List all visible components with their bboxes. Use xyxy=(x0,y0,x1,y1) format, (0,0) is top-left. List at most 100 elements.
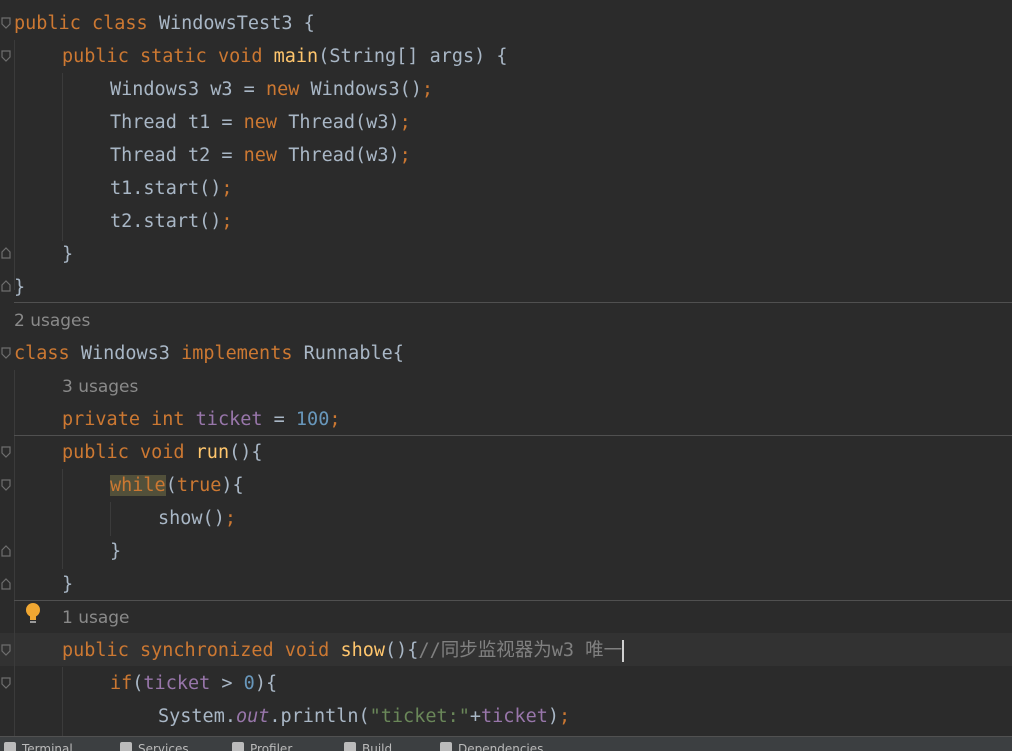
code-line[interactable]: public synchronized void show(){//同步监视器为… xyxy=(62,634,625,667)
semicolon: ; xyxy=(559,706,571,727)
brace: } xyxy=(62,574,74,595)
brace: } xyxy=(62,244,74,265)
number-literal: 100 xyxy=(295,409,330,430)
keyword: void xyxy=(217,46,263,67)
semicolon: ; xyxy=(399,145,411,166)
code-text: t1.start() xyxy=(110,178,222,199)
code-line[interactable]: public void run(){ xyxy=(62,436,263,469)
code-text: ){ xyxy=(221,475,244,496)
code-text: (String[] args) { xyxy=(318,46,508,67)
code-text: Thread(w3) xyxy=(288,145,400,166)
code-line[interactable]: private int ticket = 100; xyxy=(62,403,340,436)
keyword: synchronized xyxy=(139,640,274,661)
code-text: (){ xyxy=(385,640,419,661)
code-line[interactable]: if(ticket > 0){ xyxy=(110,667,277,700)
keyword: public xyxy=(14,13,81,34)
semicolon: ; xyxy=(224,508,236,529)
keyword: public xyxy=(62,442,129,463)
method-separator xyxy=(14,600,1012,601)
method-separator xyxy=(14,302,1012,303)
keyword: new xyxy=(265,79,300,100)
code-text: ( xyxy=(165,475,177,496)
indent-guide xyxy=(14,40,15,290)
fold-marker-icon[interactable] xyxy=(0,280,12,292)
method-name: show xyxy=(340,640,386,661)
fold-marker-icon[interactable] xyxy=(0,479,12,491)
indent-guide xyxy=(62,667,63,736)
code-text: > xyxy=(210,673,244,694)
fold-marker-icon[interactable] xyxy=(0,545,12,557)
code-text: Thread(w3) xyxy=(288,112,400,133)
number-literal: 0 xyxy=(243,673,255,694)
code-text: Thread t2 = xyxy=(110,145,244,166)
class-name: WindowsTest3 { xyxy=(158,13,315,34)
code-line[interactable]: show(); xyxy=(158,502,236,535)
code-text: Windows3 w3 = xyxy=(110,79,266,100)
semicolon: ; xyxy=(399,112,411,133)
code-editor[interactable]: public class WindowsTest3 { public stati… xyxy=(0,0,1012,736)
usages-hint[interactable]: 3 usages xyxy=(62,371,138,404)
code-line[interactable]: while(true){ xyxy=(110,469,244,502)
keyword: public xyxy=(62,640,129,661)
comment: //同步监视器为w3 唯一 xyxy=(418,640,623,661)
method-name: run xyxy=(195,442,230,463)
fold-marker-icon[interactable] xyxy=(0,17,12,29)
code-line[interactable]: } xyxy=(62,238,73,271)
code-line[interactable]: public class WindowsTest3 { xyxy=(14,7,315,40)
lightbulb-icon[interactable] xyxy=(24,602,42,626)
keyword: class xyxy=(14,343,70,364)
brace: } xyxy=(110,541,122,562)
code-text: Runnable{ xyxy=(303,343,404,364)
code-text: ) xyxy=(547,706,559,727)
code-text: = xyxy=(262,409,296,430)
keyword: static xyxy=(139,46,207,67)
keyword: implements xyxy=(181,343,293,364)
code-line[interactable]: } xyxy=(62,568,73,601)
brace: } xyxy=(14,277,26,298)
keyword: void xyxy=(139,442,185,463)
code-line[interactable]: Windows3 w3 = new Windows3(); xyxy=(110,73,433,106)
usages-hint[interactable]: 2 usages xyxy=(14,305,90,338)
string-literal: "ticket:" xyxy=(369,706,470,727)
code-line[interactable]: } xyxy=(14,271,25,304)
code-text: + xyxy=(469,706,482,727)
keyword: true xyxy=(176,475,222,496)
code-text: t2.start() xyxy=(110,211,222,232)
class-name: Windows3 xyxy=(80,343,182,364)
semicolon: ; xyxy=(221,211,233,232)
code-line[interactable]: class Windows3 implements Runnable{ xyxy=(14,337,404,370)
indent-guide xyxy=(14,370,15,736)
fold-marker-icon[interactable] xyxy=(0,677,12,689)
code-line[interactable]: } xyxy=(110,535,121,568)
code-text: ){ xyxy=(254,673,278,694)
field-name: ticket xyxy=(481,706,548,727)
code-text: Thread t1 = xyxy=(110,112,244,133)
indent-guide xyxy=(62,73,63,241)
method-name: main xyxy=(273,46,319,67)
code-text: ( xyxy=(132,673,144,694)
code-line[interactable]: t1.start(); xyxy=(110,172,233,205)
semicolon: ; xyxy=(421,79,434,100)
tool-window-bar: Terminal Services Profiler Build Depende… xyxy=(0,736,1012,751)
fold-marker-icon[interactable] xyxy=(0,446,12,458)
text-caret xyxy=(622,640,625,662)
usages-hint[interactable]: 1 usage xyxy=(62,602,130,635)
code-line[interactable]: Thread t1 = new Thread(w3); xyxy=(110,106,411,139)
indent-guide xyxy=(110,502,111,536)
fold-marker-icon[interactable] xyxy=(0,50,12,62)
indent-guide xyxy=(62,469,63,569)
keyword: new xyxy=(243,112,278,133)
code-line[interactable]: Thread t2 = new Thread(w3); xyxy=(110,139,411,172)
code-line[interactable]: public static void main(String[] args) { xyxy=(62,40,508,73)
fold-marker-icon[interactable] xyxy=(0,347,12,359)
code-line[interactable]: System.out.println("ticket:"+ticket); xyxy=(158,700,570,733)
fold-marker-icon[interactable] xyxy=(0,644,12,656)
fold-marker-icon[interactable] xyxy=(0,247,12,259)
keyword: private xyxy=(62,409,140,430)
fold-marker-icon[interactable] xyxy=(0,578,12,590)
code-text: (){ xyxy=(229,442,263,463)
semicolon: ; xyxy=(221,178,233,199)
static-field: out xyxy=(235,706,270,727)
code-line[interactable]: t2.start(); xyxy=(110,205,233,238)
code-text: System. xyxy=(158,706,236,727)
